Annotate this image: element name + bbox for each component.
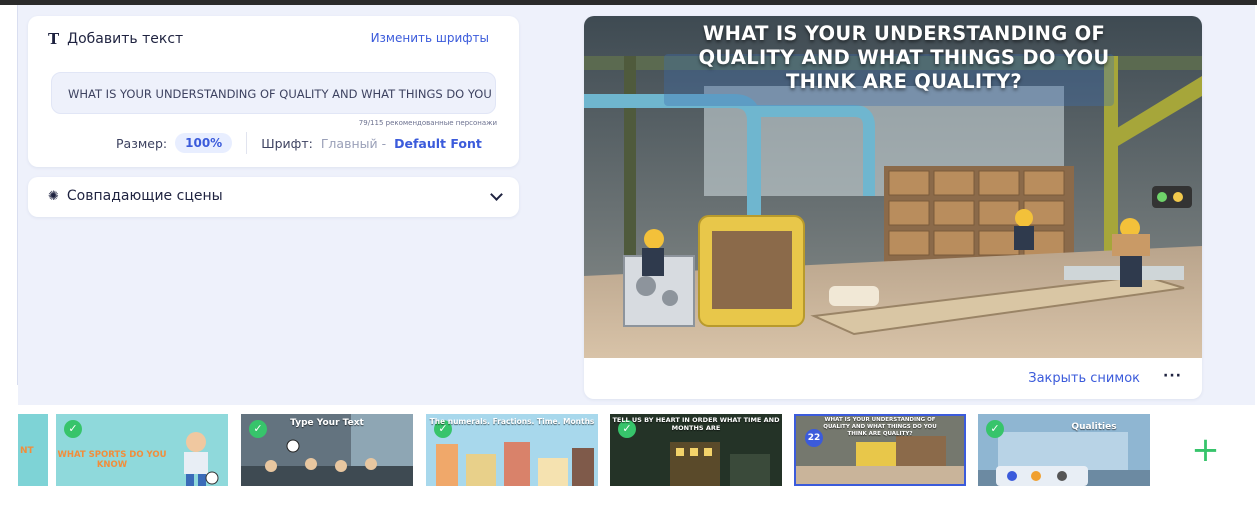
add-text-title: Добавить текст bbox=[67, 31, 184, 47]
thumb-2-title: Type Your Text bbox=[290, 418, 364, 428]
more-options-button[interactable]: ··· bbox=[1163, 368, 1182, 384]
size-label: Размер: bbox=[116, 135, 168, 151]
timeline-thumb-6[interactable]: ✓ Qualities bbox=[978, 414, 1150, 486]
thumb-5-title: WHAT IS YOUR UNDERSTANDING OF QUALITY AN… bbox=[823, 417, 937, 437]
matching-scenes-title: Совпадающие сцены bbox=[66, 188, 223, 204]
divider bbox=[246, 132, 248, 154]
font-label: Шрифт: bbox=[261, 135, 313, 151]
scene-text-input[interactable]: WHAT IS YOUR UNDERSTANDING OF QUALITY AN… bbox=[51, 72, 496, 114]
timeline-thumb-2[interactable]: ✓ Type Your Text bbox=[241, 414, 413, 486]
char-counter: 79/115 рекомендованные персонажи bbox=[358, 119, 497, 127]
left-rail bbox=[0, 5, 18, 385]
scene-timeline: NT ✓ WHAT SPORTS DO YOU KNOW ✓ Type Your… bbox=[18, 412, 1255, 487]
partial-thumb-text: NT bbox=[20, 446, 34, 456]
add-text-header: T Добавить текст bbox=[48, 30, 183, 48]
font-group: Главный - bbox=[320, 135, 387, 151]
thumb-4-title: TELL US BY HEART IN ORDER WHAT TIME AND … bbox=[612, 416, 780, 432]
matching-scenes-accordion[interactable]: ✺ Совпадающие сцены bbox=[28, 177, 519, 217]
scene-preview-card: WHAT IS YOUR UNDERSTANDING OF QUALITY AN… bbox=[584, 16, 1202, 399]
timeline-thumb-4[interactable]: ✓ TELL US BY HEART IN ORDER WHAT TIME AN… bbox=[610, 414, 782, 486]
thumb-3-title: The numerals. Fractions. Time. Months bbox=[429, 417, 595, 426]
font-name-link[interactable]: Default Font bbox=[394, 136, 482, 151]
scene-preview-image: WHAT IS YOUR UNDERSTANDING OF QUALITY AN… bbox=[584, 16, 1202, 358]
timeline-thumb-5-selected[interactable]: 22 WHAT IS YOUR UNDERSTANDING OF QUALITY… bbox=[794, 414, 966, 486]
matching-scenes-header: ✺ Совпадающие сцены bbox=[48, 188, 223, 204]
timeline-thumb-partial[interactable]: NT bbox=[18, 414, 48, 486]
thumb-6-title: Qualities bbox=[1071, 422, 1117, 432]
change-fonts-link[interactable]: Изменить шрифты bbox=[371, 31, 489, 45]
chevron-down-icon[interactable] bbox=[490, 188, 503, 201]
add-text-panel: T Добавить текст Изменить шрифты WHAT IS… bbox=[28, 16, 519, 167]
check-icon: ✓ bbox=[986, 420, 1004, 438]
text-icon: T bbox=[48, 30, 60, 48]
plus-icon: + bbox=[1191, 430, 1220, 470]
check-icon: ✓ bbox=[64, 420, 82, 438]
add-scene-button[interactable]: + bbox=[1156, 414, 1255, 486]
close-snapshot-button[interactable]: Закрыть снимок bbox=[1028, 371, 1140, 386]
timeline-thumb-3[interactable]: ✓ The numerals. Fractions. Time. Months bbox=[426, 414, 598, 486]
text-size-font-row: Размер: 100% Шрифт: Главный - Default Fo… bbox=[116, 132, 482, 154]
scene-title-overlay[interactable]: WHAT IS YOUR UNDERSTANDING OF QUALITY AN… bbox=[664, 22, 1144, 94]
gear-icon: ✺ bbox=[48, 188, 59, 204]
size-value-button[interactable]: 100% bbox=[175, 133, 233, 153]
thumb-1-title: WHAT SPORTS DO YOU KNOW bbox=[57, 450, 167, 470]
timeline-thumb-1[interactable]: ✓ WHAT SPORTS DO YOU KNOW bbox=[56, 414, 228, 486]
